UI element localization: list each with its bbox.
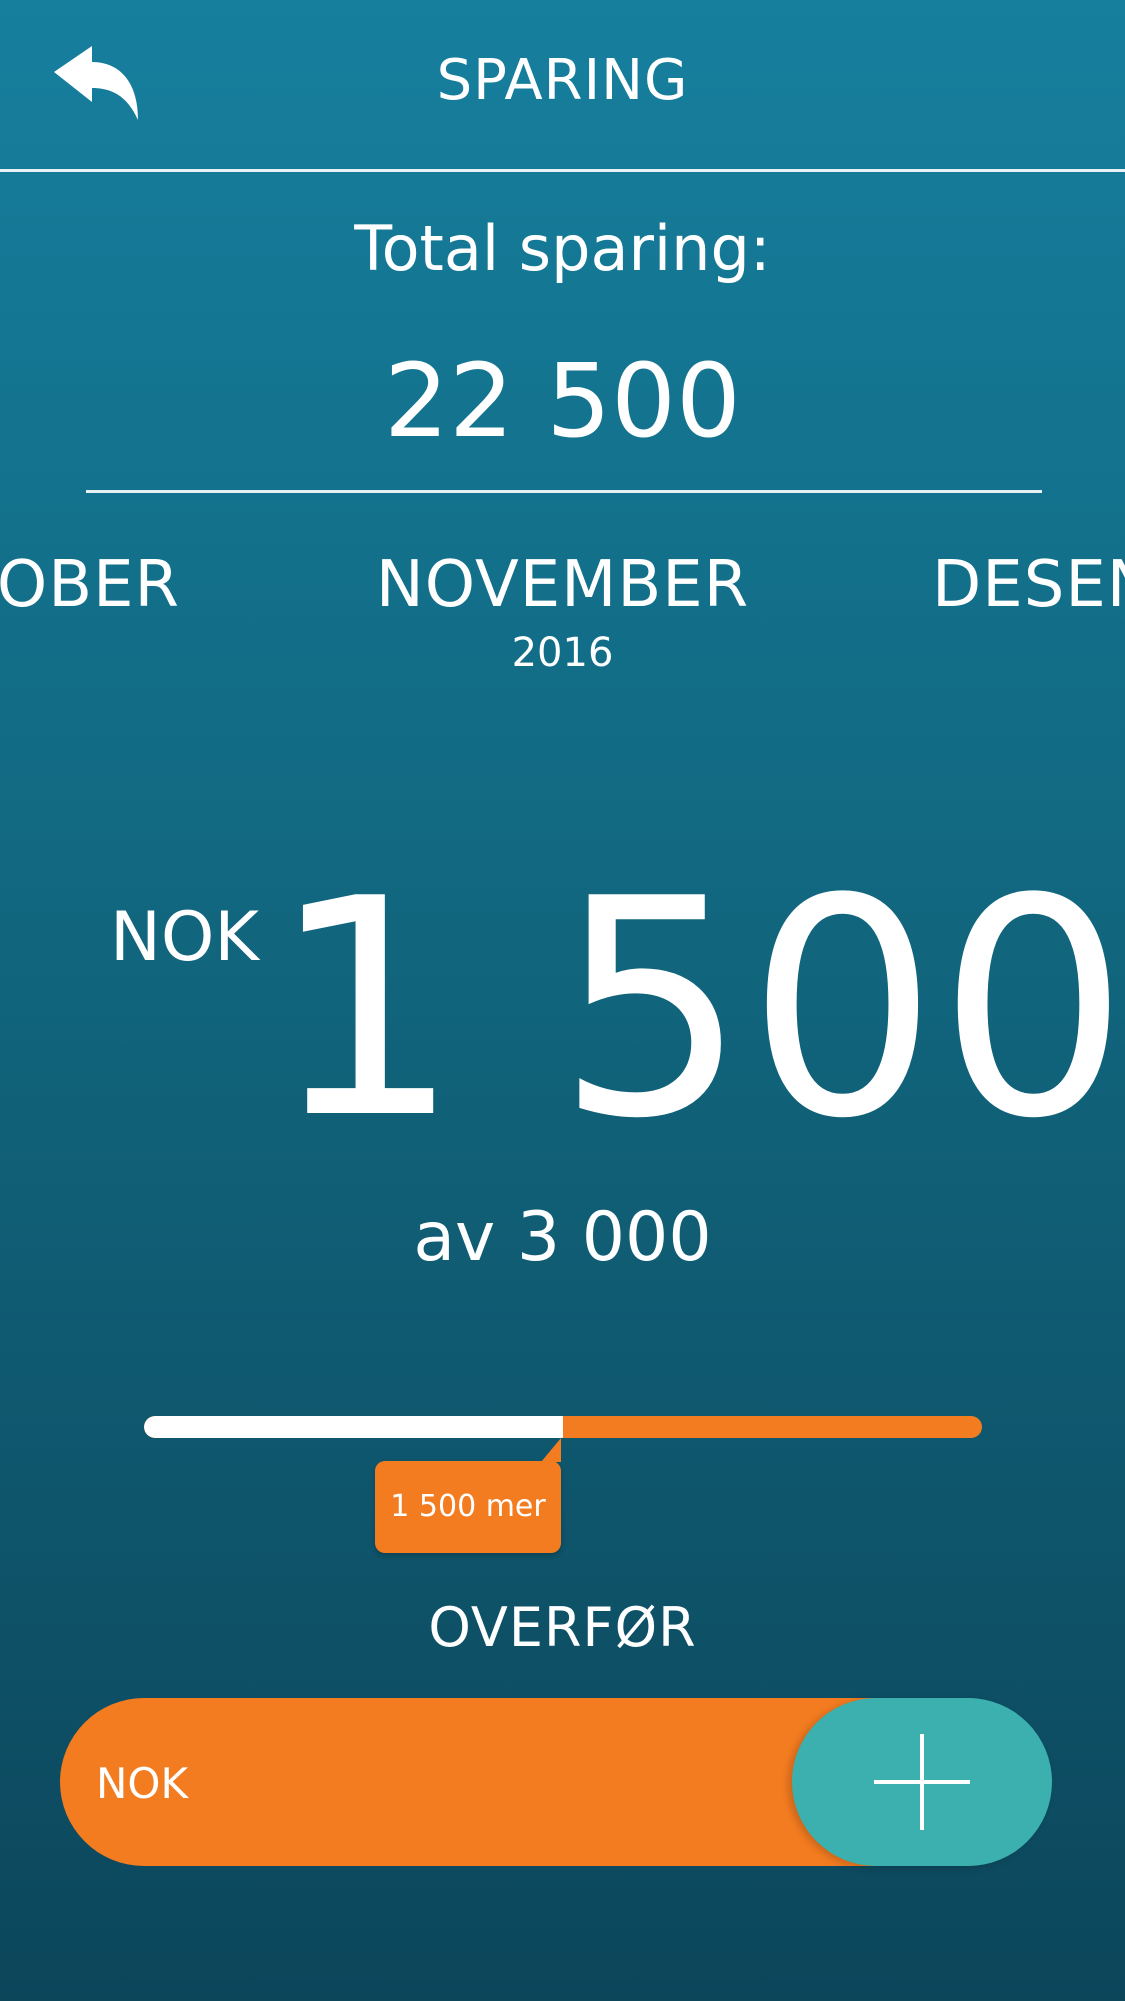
savings-screen: SPARING Total sparing: 22 500 OBER NOVEM… <box>0 0 1125 2001</box>
remaining-badge: 1 500 mer <box>375 1461 561 1553</box>
savings-progress-bar <box>144 1416 982 1438</box>
page-title: SPARING <box>436 48 689 113</box>
add-transfer-button[interactable] <box>792 1698 1052 1866</box>
progress-fill <box>144 1416 563 1438</box>
total-savings-value: 22 500 <box>384 342 741 461</box>
totals-divider <box>86 490 1042 493</box>
plus-icon <box>874 1734 970 1830</box>
transfer-amount-input[interactable] <box>94 1740 658 1826</box>
month-year: 2016 <box>511 630 614 676</box>
header-divider <box>0 169 1125 172</box>
badge-pointer <box>541 1438 561 1462</box>
month-next[interactable]: DESEN <box>932 548 1125 622</box>
transfer-label: OVERFØR <box>428 1596 697 1659</box>
goal-amount-text: av 3 000 <box>413 1198 712 1277</box>
saved-amount: 1 500 <box>270 835 1125 1184</box>
currency-label: NOK <box>110 898 259 977</box>
total-savings-label: Total sparing: <box>354 212 771 285</box>
